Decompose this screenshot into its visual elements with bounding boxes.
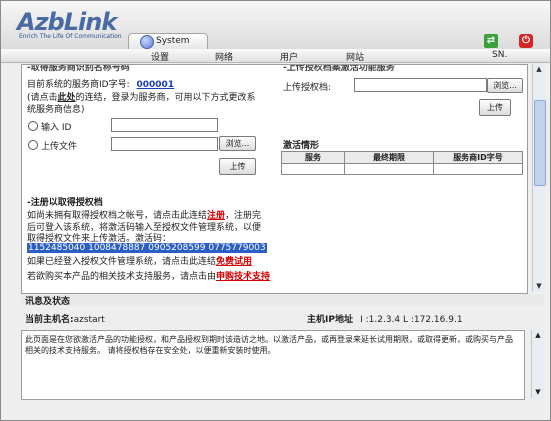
host-label: 当前主机名: — [25, 315, 74, 325]
auth-file-input[interactable] — [354, 78, 487, 92]
upload-file-radio[interactable] — [28, 140, 38, 150]
nav-item-sn[interactable]: SN. — [492, 50, 507, 60]
vendor-section-heading: -取得服务商识别名称号码 — [27, 64, 130, 73]
col-deadline: 最终期限 — [344, 151, 434, 164]
vendor-id-input[interactable] — [111, 118, 218, 132]
activation-codes[interactable]: 1152485040 1008478887 0905208599 0775779… — [27, 243, 267, 253]
buy-support-link[interactable]: 申购技术支持 — [216, 272, 270, 282]
upload-file-label: 上传文件 — [41, 142, 78, 152]
scroll-down-icon[interactable]: ▼ — [533, 281, 545, 292]
vendor-upload-button[interactable]: 上传 — [219, 158, 256, 175]
message-text: 此页面是在您欲激活产品的功能授权，和产品授权到期时该造访之地。以激活产品，或再登… — [25, 335, 513, 355]
host-name: azstart — [73, 315, 105, 325]
host-name-line: 当前主机名:azstart — [25, 312, 105, 325]
trial-text: 如果已经登入授权文件管理系统，请点击此连结 — [27, 257, 217, 267]
nav-item-user[interactable]: 用户 — [280, 50, 298, 63]
vendor-browse-button[interactable]: 浏览... — [219, 136, 256, 151]
msg-scroll-up-icon[interactable]: ▲ — [532, 330, 544, 341]
globe-icon — [140, 35, 154, 49]
activation-table: 服务 最终期限 服务商ID字号 — [281, 151, 523, 175]
ip-label: 主机IP地址 — [307, 315, 353, 325]
activation-status-title: 激活情形 — [283, 141, 320, 151]
host-ip-line: 主机IP地址 I :1.2.3.4 L :172.16.9.1 — [307, 312, 463, 325]
vendor-note-line2: 统服务商信息) — [27, 105, 85, 115]
register-title: -注册以取得授权档 — [27, 198, 103, 208]
ip-value: I :1.2.3.4 L :172.16.9.1 — [360, 315, 463, 325]
vendor-file-input[interactable] — [111, 137, 218, 151]
nav-item-network[interactable]: 网络 — [215, 50, 233, 63]
upload-section-heading: -上传授权档案激活功能服务 — [283, 64, 395, 73]
message-box[interactable]: 此页面是在您欲激活产品的功能授权，和产品授权到期时该造访之地。以激活产品，或再登… — [21, 330, 525, 400]
header-bar: AzbLink Enrich The Life Of Communication… — [1, 1, 550, 49]
scroll-thumb[interactable] — [534, 100, 546, 186]
table-header-row: 服务 最终期限 服务商ID字号 — [281, 151, 523, 164]
scroll-up-icon[interactable]: ▲ — [533, 64, 545, 75]
vendor-id-value[interactable]: 000001 — [137, 80, 175, 90]
power-icon[interactable]: ⏻ — [519, 34, 533, 48]
message-scrollbar[interactable]: ▲ ▼ — [531, 330, 544, 398]
free-trial-link[interactable]: 免费试用 — [216, 257, 252, 267]
nav-item-settings[interactable]: 设置 — [151, 50, 169, 63]
auth-upload-button[interactable]: 上传 — [479, 99, 511, 116]
vendor-id-label: 目前系统的服务商ID字号: — [27, 80, 130, 90]
system-tab[interactable]: System — [128, 33, 208, 49]
table-row — [281, 163, 523, 175]
system-tab-label: System — [156, 36, 190, 46]
logo-text: AzbLink — [17, 8, 117, 36]
activation-codes-text: 1152485040 1008478887 0905208599 0775779… — [27, 243, 267, 253]
support-text: 若欲购买本产品的相关技术支持服务，请点击由 — [27, 272, 217, 282]
info-title: 讯息及状态 — [25, 297, 71, 307]
license-panel: -取得服务商识别名称号码 目前系统的服务商ID字号: 000001 (请点击此处… — [21, 64, 528, 294]
register-line4: 如果已经登入授权文件管理系统，请点击此连结免费试用 — [27, 254, 252, 267]
info-title-bar: 讯息及状态 — [21, 294, 544, 307]
panel-scrollbar[interactable]: ▲ ▼ — [532, 64, 546, 292]
col-service: 服务 — [281, 151, 345, 164]
input-id-radio[interactable] — [28, 121, 38, 131]
input-id-label: 输入 ID — [41, 123, 72, 133]
upload-auth-label: 上传授权档: — [283, 83, 332, 93]
col-vendor-id: 服务商ID字号 — [433, 151, 523, 164]
note-text-b: 的连结，登录为服务商，可用以下方式更改系 — [75, 93, 256, 103]
vendor-id-line: 目前系统的服务商ID字号: 000001 — [27, 77, 174, 90]
refresh-icon[interactable]: ⇄ — [484, 34, 498, 48]
msg-scroll-down-icon[interactable]: ▼ — [532, 387, 544, 398]
auth-browse-button[interactable]: 浏览... — [487, 78, 523, 93]
nav-item-website[interactable]: 网站 — [346, 50, 364, 63]
logo-tagline: Enrich The Life Of Communication — [19, 33, 122, 40]
register-line5: 若欲购买本产品的相关技术支持服务，请点击由申购技术支持 — [27, 269, 270, 282]
brand-logo: AzbLink Enrich The Life Of Communication — [17, 8, 122, 40]
main-nav: 设置 网络 用户 网站 SN. — [1, 49, 550, 63]
